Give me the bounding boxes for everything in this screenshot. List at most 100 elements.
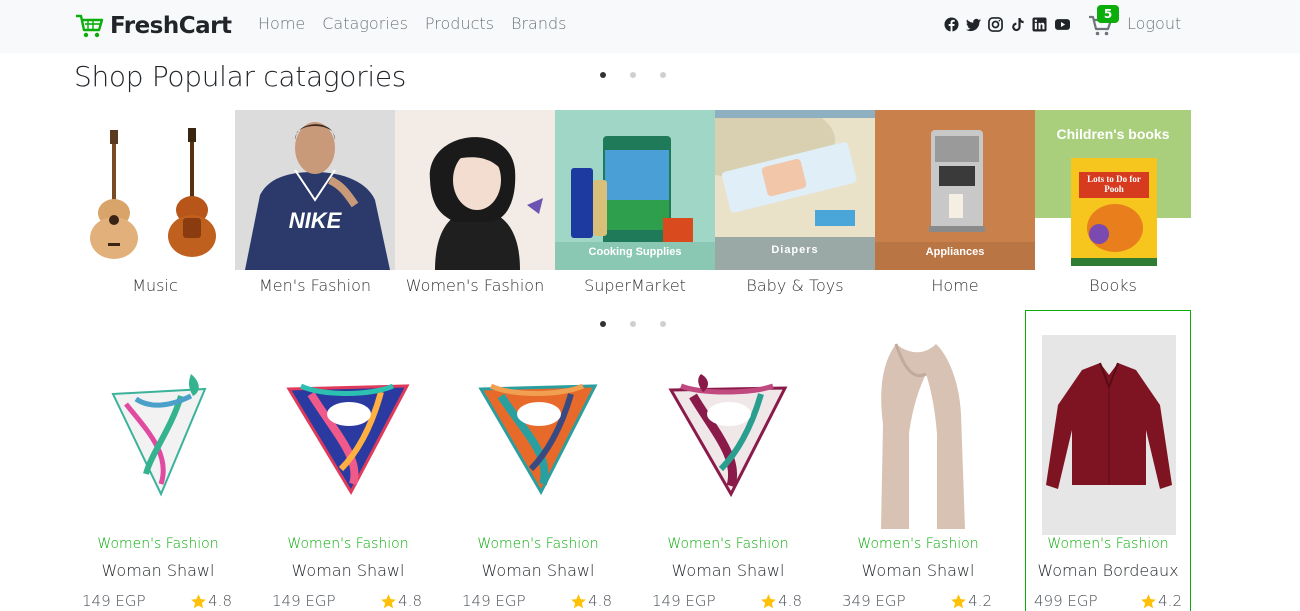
- nav-link-home[interactable]: Home: [258, 14, 305, 33]
- category-label: Home: [931, 276, 979, 295]
- category-overlay-text: Diapers: [771, 244, 819, 256]
- woman-illustration-image: [395, 110, 555, 270]
- product-name: Woman Shawl: [861, 561, 975, 580]
- youtube-icon[interactable]: [1054, 17, 1071, 32]
- category-card-home[interactable]: Appliances Home: [875, 110, 1035, 295]
- nav-links: Home Catagories Products Brands: [258, 14, 584, 33]
- category-image: Cooking Supplies: [555, 110, 715, 270]
- product-category: Women's Fashion: [97, 536, 219, 552]
- nav-link-products[interactable]: Products: [425, 14, 494, 33]
- category-card-baby-toys[interactable]: Diapers Baby & Toys: [715, 110, 875, 295]
- category-card-supermarket[interactable]: Cooking Supplies SuperMarket: [555, 110, 715, 295]
- cart-count-badge: 5: [1097, 5, 1119, 23]
- product-category: Women's Fashion: [1047, 536, 1169, 552]
- product-rating: 4.8: [760, 592, 802, 610]
- product-price: 149 EGP: [82, 592, 146, 610]
- category-label: SuperMarket: [584, 276, 686, 295]
- category-image: NIKE: [235, 110, 395, 270]
- product-price: 149 EGP: [462, 592, 526, 610]
- brand-name: FreshCart: [110, 13, 232, 39]
- category-image: Diapers: [715, 110, 875, 270]
- category-image: [395, 110, 555, 270]
- category-image: Children's books Lots to Do for Pooh: [1035, 110, 1191, 270]
- product-rating: 4.2: [950, 592, 992, 610]
- product-name: Woman Bordeaux: [1037, 561, 1179, 580]
- tiktok-icon[interactable]: [1010, 17, 1025, 32]
- product-price: 149 EGP: [652, 592, 716, 610]
- nav-link-brands[interactable]: Brands: [511, 14, 567, 33]
- category-overlay-text: Children's books: [1056, 126, 1170, 142]
- product-category: Women's Fashion: [667, 536, 789, 552]
- product-rating: 4.8: [190, 592, 232, 610]
- product-rating: 4.8: [570, 592, 612, 610]
- product-card[interactable]: Women's Fashion Woman Bordeaux 499 EGP 4…: [1025, 310, 1191, 611]
- product-card[interactable]: Women's Fashion Woman Shawl 149 EGP 4.8: [75, 310, 241, 611]
- star-icon: [1141, 593, 1157, 608]
- nike-hoodie-image: [235, 110, 395, 270]
- category-label: Baby & Toys: [746, 276, 844, 295]
- star-icon: [761, 593, 777, 608]
- product-image: [91, 334, 225, 534]
- category-card-books[interactable]: Children's books Lots to Do for Pooh Boo…: [1035, 110, 1191, 295]
- product-name: Woman Shawl: [101, 561, 215, 580]
- logout-link[interactable]: Logout: [1127, 14, 1181, 33]
- product-rating: 4.8: [380, 592, 422, 610]
- product-card[interactable]: Women's Fashion Woman Shawl 149 EGP 4.8: [265, 310, 431, 611]
- brand[interactable]: FreshCart: [75, 10, 232, 42]
- slider-dot[interactable]: [630, 321, 636, 327]
- category-label: Music: [132, 276, 178, 295]
- nav-link-categories[interactable]: Catagories: [322, 14, 408, 33]
- rating-value: 4.8: [588, 592, 612, 610]
- navbar: FreshCart Home Catagories Products Brand…: [0, 0, 1300, 53]
- instagram-icon[interactable]: [988, 17, 1003, 32]
- book-title: Lots to Do for Pooh: [1087, 174, 1141, 194]
- product-card[interactable]: Women's Fashion Woman Shawl 149 EGP 4.8: [645, 310, 811, 611]
- star-icon: [571, 593, 587, 608]
- product-name: Woman Shawl: [481, 561, 595, 580]
- linkedin-icon[interactable]: [1032, 17, 1047, 32]
- star-icon: [381, 593, 397, 608]
- category-image: [75, 110, 235, 270]
- product-card[interactable]: Women's Fashion Woman Shawl 149 EGP 4.8: [455, 310, 621, 611]
- product-name: Woman Shawl: [291, 561, 405, 580]
- section-title: Shop Popular catagories: [74, 60, 407, 93]
- product-rating: 4.2: [1140, 592, 1182, 610]
- rating-value: 4.2: [1158, 592, 1182, 610]
- rating-value: 4.8: [398, 592, 422, 610]
- category-overlay-text: NIKE: [288, 208, 342, 233]
- category-card-music[interactable]: Music: [75, 110, 235, 295]
- category-label: Books: [1089, 276, 1137, 295]
- product-category: Women's Fashion: [857, 536, 979, 552]
- slider-dot[interactable]: [600, 72, 606, 78]
- product-category: Women's Fashion: [287, 536, 409, 552]
- product-image: [1042, 335, 1176, 535]
- product-card[interactable]: Women's Fashion Woman Shawl 349 EGP 4.2: [835, 310, 1001, 611]
- rating-value: 4.2: [968, 592, 992, 610]
- product-category: Women's Fashion: [477, 536, 599, 552]
- product-image: [851, 334, 985, 534]
- facebook-icon[interactable]: [944, 17, 959, 32]
- product-image: [471, 334, 605, 534]
- slider-dot[interactable]: [660, 72, 666, 78]
- social-links: [944, 17, 1078, 32]
- category-overlay-text: Appliances: [925, 246, 985, 258]
- cart-logo-icon: [76, 14, 104, 38]
- product-image: [661, 334, 795, 534]
- product-price: 499 EGP: [1034, 592, 1098, 610]
- rating-value: 4.8: [778, 592, 802, 610]
- category-card-womens-fashion[interactable]: Women's Fashion: [395, 110, 555, 295]
- guitar-image: [75, 110, 235, 270]
- category-label: Men's Fashion: [259, 276, 371, 295]
- slider-dot[interactable]: [630, 72, 636, 78]
- rating-value: 4.8: [208, 592, 232, 610]
- category-image: Appliances: [875, 110, 1035, 270]
- twitter-icon[interactable]: [966, 17, 981, 32]
- product-image: [281, 334, 415, 534]
- product-price: 349 EGP: [842, 592, 906, 610]
- star-icon: [191, 593, 207, 608]
- category-slider-dots: [600, 72, 690, 78]
- star-icon: [951, 593, 967, 608]
- product-price: 149 EGP: [272, 592, 336, 610]
- product-name: Woman Shawl: [671, 561, 785, 580]
- category-card-mens-fashion[interactable]: NIKE Men's Fashion: [235, 110, 395, 295]
